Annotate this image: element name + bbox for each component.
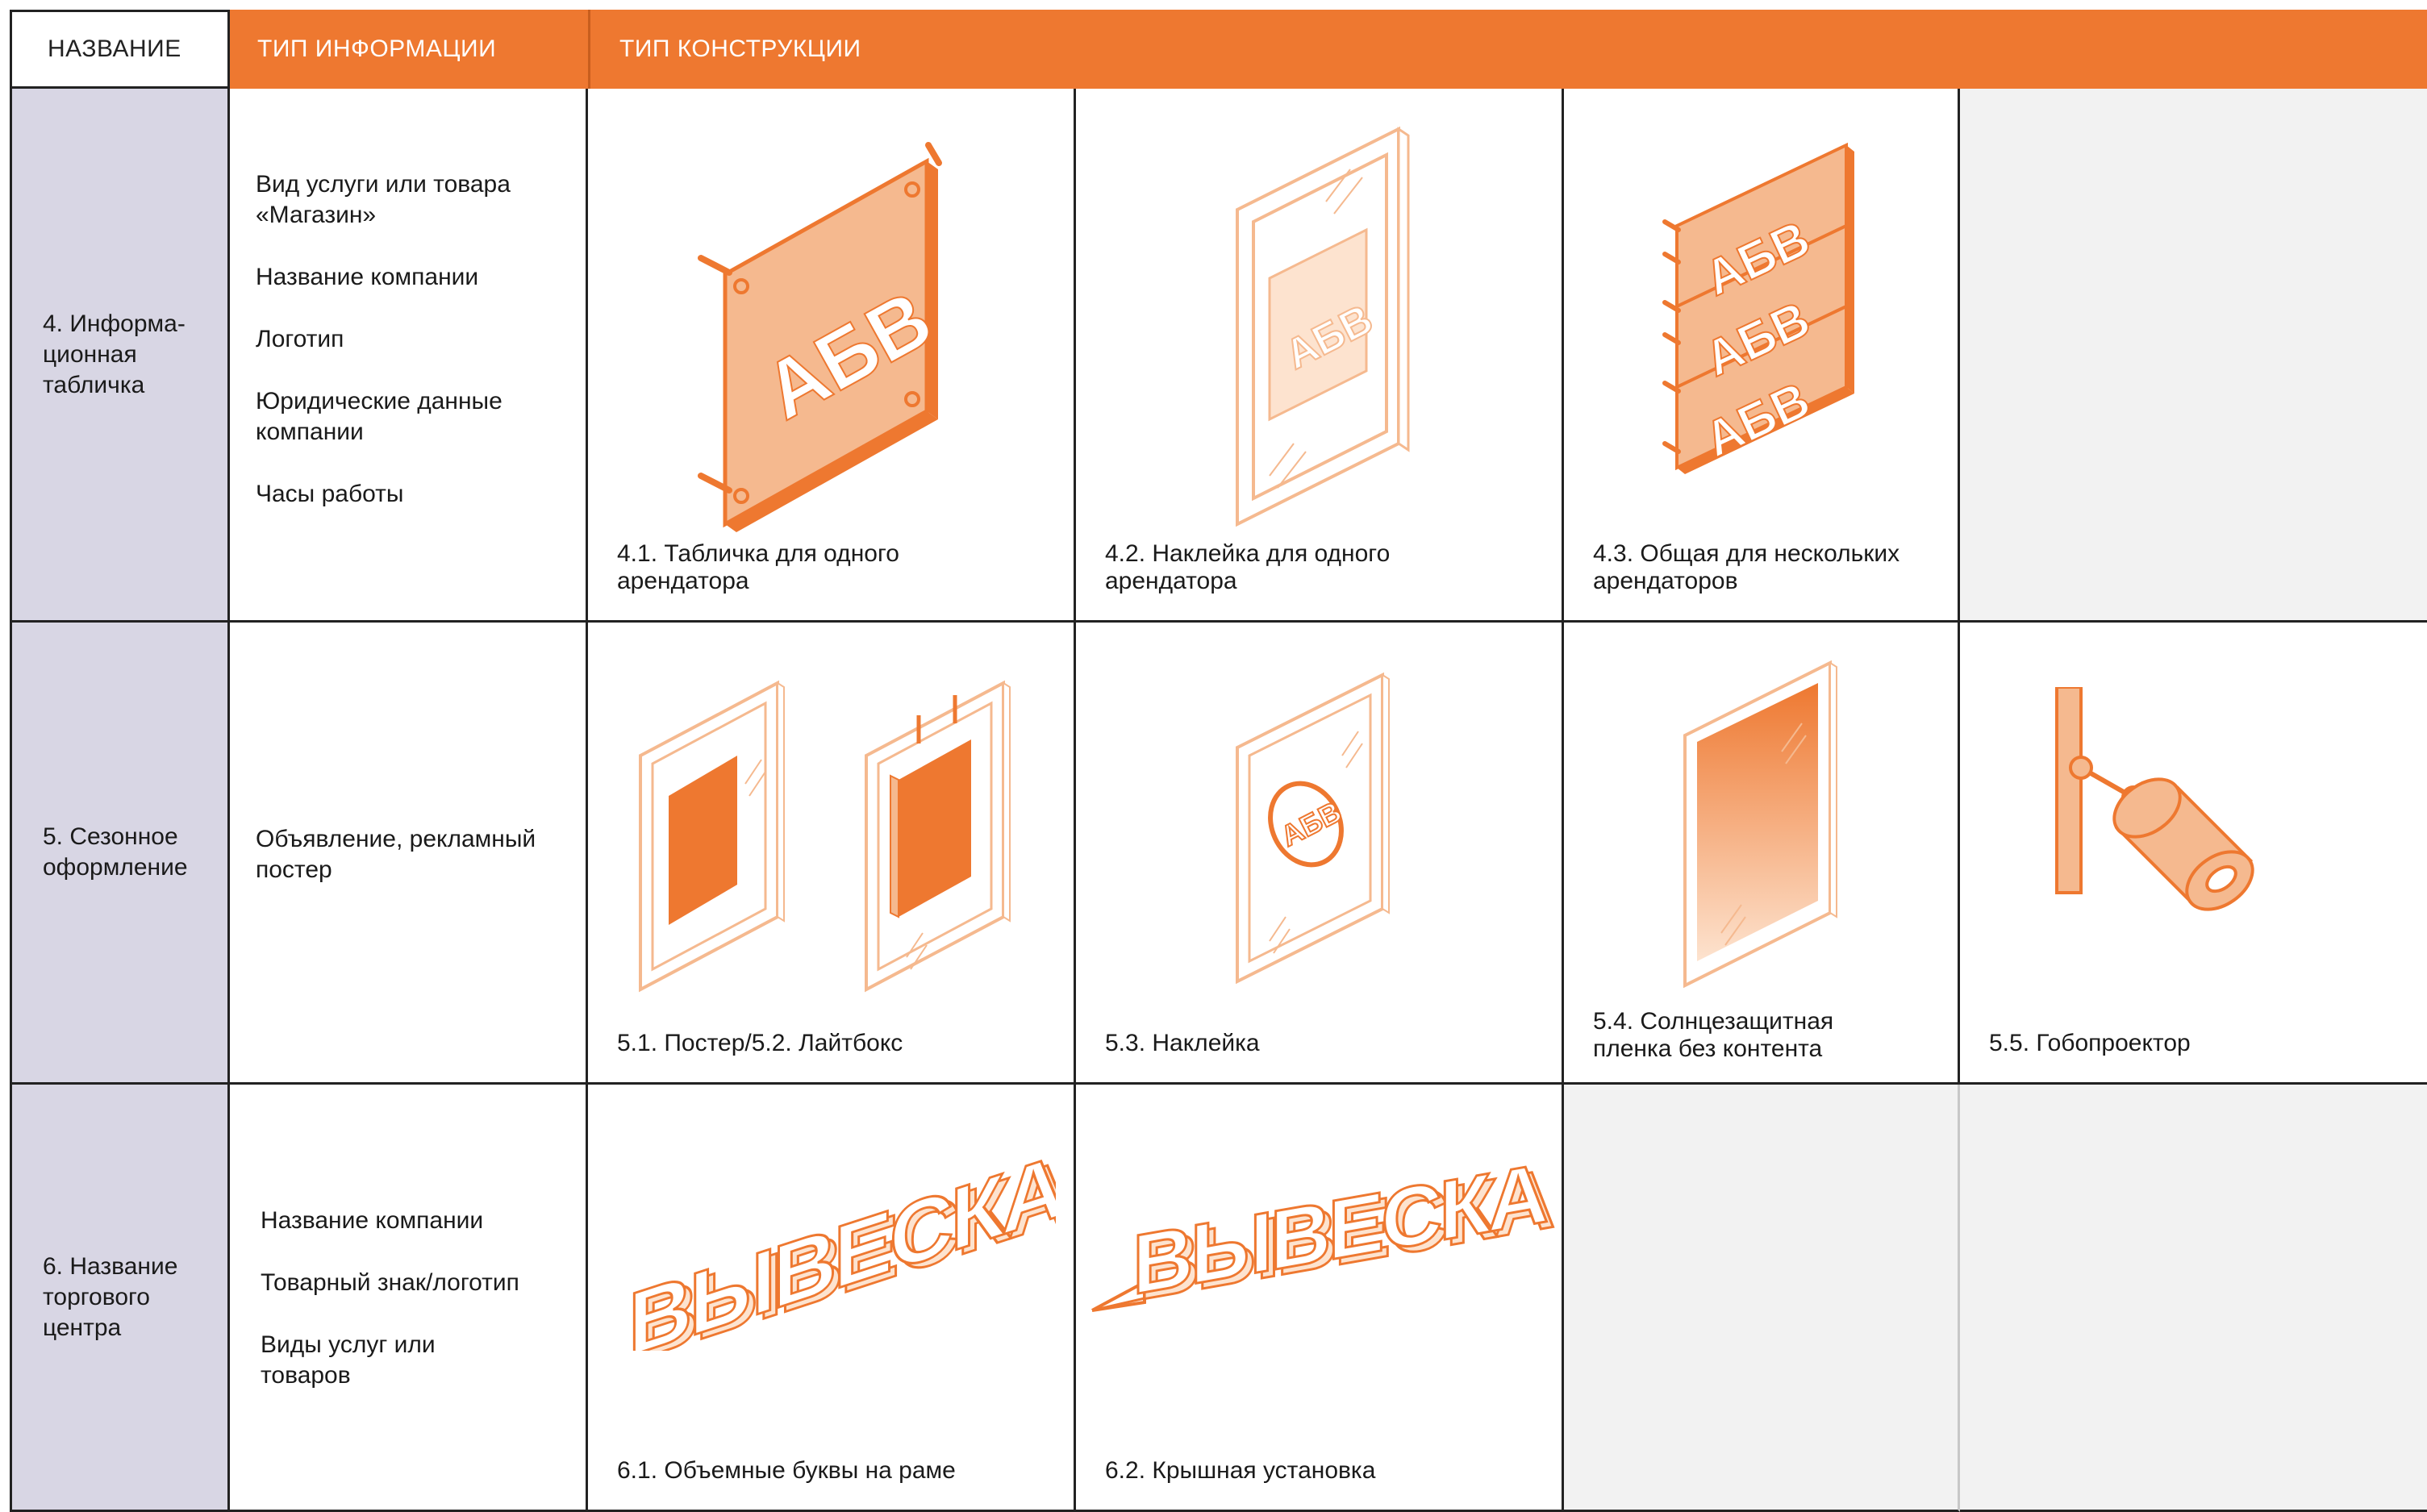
round-sticker-icon: АБВ bbox=[1236, 672, 1390, 985]
single-plaque-icon: АБВ bbox=[698, 142, 947, 532]
card-empty bbox=[1960, 89, 2427, 623]
row-5-name: 5. Сезонное оформление bbox=[43, 823, 188, 881]
info-item: Юридические данные компании bbox=[256, 388, 502, 445]
row-6-name-cell: 6. Название торгового центра bbox=[10, 1085, 230, 1512]
card-6-2: ВЫВЕСКА ВЫВЕСКА 6.2. Крышная установка bbox=[1076, 1085, 1564, 1512]
row-4-info-list: Вид услуги или товара «Магазин» Название… bbox=[256, 169, 511, 541]
rooftop-letters-text: ВЫВЕСКА bbox=[1132, 1145, 1547, 1313]
card-empty bbox=[1960, 1085, 2427, 1512]
framed-sticker-icon: АБВ bbox=[1236, 126, 1410, 527]
header-col-info: ТИП ИНФОРМАЦИИ bbox=[230, 10, 588, 89]
card-caption: 4.1. Табличка для одного арендатора bbox=[617, 540, 899, 594]
card-caption: 6.1. Объемные буквы на раме bbox=[617, 1457, 956, 1484]
card-caption: 5.1. Постер/5.2. Лайтбокс bbox=[617, 1030, 903, 1056]
row-4-name-cell: 4. Информа- ционная табличка bbox=[10, 89, 230, 623]
frame-letters-text: ВЫВЕСКА bbox=[628, 1141, 1056, 1351]
card-6-1: ВЫВЕСКА ВЫВЕСКА 6.1. Объемные буквы на р… bbox=[588, 1085, 1076, 1512]
info-item: Название компании bbox=[256, 264, 479, 290]
row-6-info-list: Название компании Товарный знак/логотип … bbox=[261, 1206, 519, 1422]
row-5-name-cell: 5. Сезонное оформление bbox=[10, 623, 230, 1085]
info-item: Виды услуг или товаров bbox=[261, 1331, 436, 1389]
stacked-plaques-icon: АБВ АБВ АБВ bbox=[1662, 142, 1854, 474]
header-col-type-label: ТИП КОНСТРУКЦИИ bbox=[619, 35, 861, 62]
header-col-info-label: ТИП ИНФОРМАЦИИ bbox=[257, 35, 497, 62]
header-col-name-label: НАЗВАНИЕ bbox=[48, 35, 181, 62]
card-5-5: 5.5. Гобопроектор bbox=[1960, 623, 2427, 1085]
card-caption: 5.5. Гобопроектор bbox=[1989, 1030, 2191, 1056]
card-caption: 4.2. Наклейка для одного арендатора bbox=[1105, 540, 1391, 594]
card-caption: 5.4. Солнцезащитная пленка без контента bbox=[1593, 1008, 1834, 1062]
info-item: Вид услуги или товара «Магазин» bbox=[256, 171, 511, 228]
card-4-3: АБВ АБВ АБВ 4.3. Общая для нескольких ар… bbox=[1564, 89, 1960, 623]
card-4-1: АБВ 4.1. Табличка для одного арендатора bbox=[588, 89, 1076, 623]
card-5-3: АБВ 5.3. Наклейка bbox=[1076, 623, 1564, 1085]
row-6-info-cell: Название компании Товарный знак/логотип … bbox=[230, 1085, 588, 1512]
header-col-type: ТИП КОНСТРУКЦИИ bbox=[588, 10, 2427, 89]
row-4-name: 4. Информа- ционная табличка bbox=[43, 310, 186, 398]
frame-letters-icon: ВЫВЕСКА ВЫВЕСКА bbox=[628, 1141, 1057, 1351]
poster-lightbox-icon bbox=[639, 680, 1011, 993]
gobo-projector-icon bbox=[2055, 687, 2254, 911]
info-item: Название компании bbox=[261, 1207, 484, 1234]
card-empty bbox=[1564, 1085, 1960, 1512]
header-col-name: НАЗВАНИЕ bbox=[10, 10, 230, 89]
card-caption: 6.2. Крышная установка bbox=[1105, 1457, 1376, 1484]
card-5-4: 5.4. Солнцезащитная пленка без контента bbox=[1564, 623, 1960, 1085]
info-item: Часы работы bbox=[256, 481, 404, 507]
rooftop-sign-icon: ВЫВЕСКА ВЫВЕСКА bbox=[1091, 1144, 1554, 1319]
row-5-info-cell: Объявление, рекламный постер bbox=[230, 623, 588, 1085]
info-item: Товарный знак/логотип bbox=[261, 1269, 519, 1296]
card-5-1-5-2: 5.1. Постер/5.2. Лайтбокс bbox=[588, 623, 1076, 1085]
card-caption: 5.3. Наклейка bbox=[1105, 1030, 1260, 1056]
card-caption: 4.3. Общая для нескольких арендаторов bbox=[1593, 540, 1900, 594]
info-item: Объявление, рекламный постер bbox=[256, 826, 536, 883]
card-4-2: АБВ 4.2. Наклейка для одного арендатора bbox=[1076, 89, 1564, 623]
row-5-info-list: Объявление, рекламный постер bbox=[256, 824, 536, 917]
info-item: Логотип bbox=[256, 326, 344, 352]
sun-film-icon bbox=[1683, 660, 1837, 989]
row-6-name: 6. Название торгового центра bbox=[43, 1252, 178, 1341]
row-4-info-cell: Вид услуги или товара «Магазин» Название… bbox=[230, 89, 588, 623]
